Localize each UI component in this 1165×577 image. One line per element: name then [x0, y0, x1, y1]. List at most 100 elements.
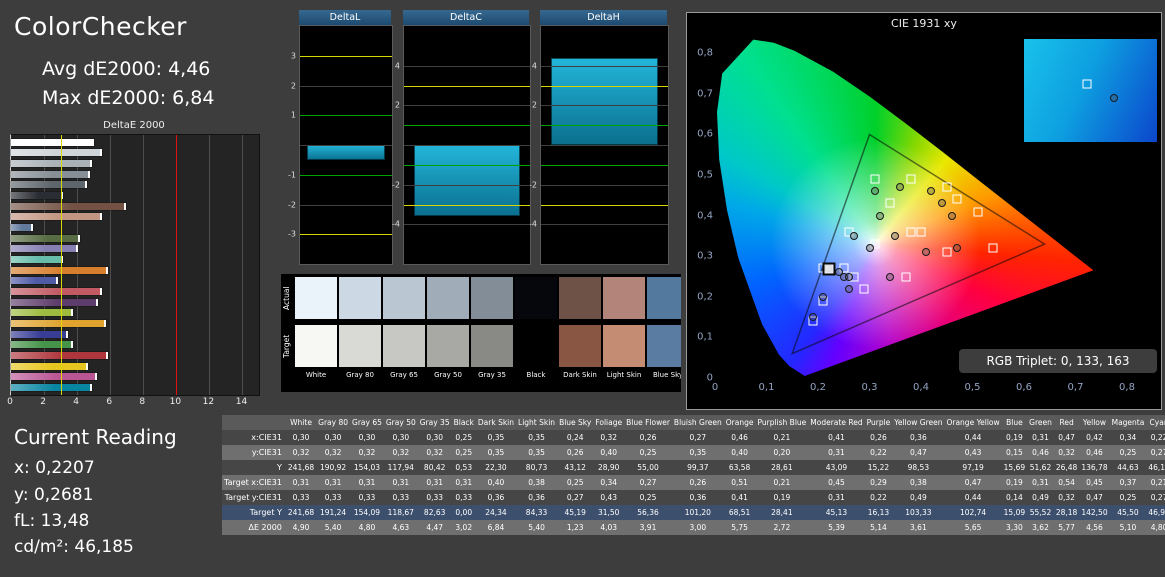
axis-tick: 10 — [169, 397, 182, 407]
actual-row-label: Actual — [282, 286, 291, 310]
target-marker — [870, 174, 880, 184]
table-row[interactable]: Y 241,68 190,92 154,03 117,94 80,42 0,53 22,30 8… — [222, 460, 1165, 475]
column-header: Cyan — [1146, 415, 1165, 430]
gridline — [300, 174, 392, 176]
column-header: Purplish Blue — [755, 415, 809, 430]
table-row[interactable]: x:CIE31 0,30 0,30 0,30 0,30 0,30 0,25 0,35 0,35 0… — [222, 430, 1165, 445]
axis-tick: 0,1 — [758, 382, 775, 393]
deltae-bar — [11, 224, 34, 232]
table-row[interactable]: Target y:CIE31 0,33 0,33 0,33 0,33 0,33 0,33 0,… — [222, 490, 1165, 505]
cie-panel[interactable]: CIE 1931 xy 0,8 0,7 0,6 0,5 0,4 0,3 0,2 0,1 0 0 0… — [686, 12, 1162, 410]
axis-tick: 0,4 — [697, 210, 713, 222]
column-header: White — [285, 415, 317, 430]
measured-marker — [896, 183, 905, 192]
cie-x-axis: 0 0,1 0,2 0,3 0,4 0,5 0,6 0,7 0,8 — [711, 382, 1135, 396]
measured-marker — [870, 187, 879, 196]
patch-label: Blue Sky — [652, 371, 681, 379]
target-marker — [973, 207, 983, 217]
table-row[interactable]: Target Y 241,68 191,24 154,09 118,67 82,63 0,0… — [222, 505, 1165, 520]
gridline — [300, 204, 392, 206]
axis-tick: 2 — [531, 100, 537, 110]
patch-swatch-target — [603, 325, 645, 367]
target-marker — [859, 284, 869, 294]
gridline — [300, 145, 392, 146]
axis-tick: 0,3 — [697, 250, 713, 262]
gridline — [541, 224, 668, 226]
table-row[interactable]: y:CIE31 0,32 0,32 0,32 0,32 0,32 0,25 0,35 0,35 0… — [222, 445, 1165, 460]
column-header: Gray 65 — [350, 415, 384, 430]
deltal-plot[interactable] — [299, 25, 393, 265]
cie-title: CIE 1931 xy — [891, 17, 957, 30]
measured-marker — [808, 313, 817, 322]
axis-tick: 0,1 — [697, 331, 713, 343]
current-reading-x: x: 0,2207 — [14, 458, 95, 478]
patch-swatch-actual — [295, 277, 337, 319]
deltal-chart[interactable]: DeltaL 3 2 1 -1 -2 -3 — [283, 10, 393, 265]
current-reading-y: y: 0,2681 — [14, 485, 94, 505]
column-header: Bluish Green — [671, 415, 724, 430]
table-row[interactable]: Target x:CIE31 0,31 0,31 0,31 0,31 0,31 0,31 0,… — [222, 475, 1165, 490]
deltae-bar — [11, 170, 90, 178]
deltae-bar — [11, 160, 93, 168]
axis-tick: 0,7 — [1067, 382, 1084, 393]
column-header: Gray 80 — [316, 415, 351, 430]
deltac-plot[interactable] — [403, 25, 531, 265]
axis-tick: 0,4 — [913, 382, 929, 393]
axis-tick: 14 — [235, 397, 248, 407]
gridline — [541, 204, 668, 206]
column-header: Yellow Green — [892, 415, 945, 430]
patch-comparison-panel: Actual Target White Gray 80 Gray 65 Gray 50… — [281, 274, 681, 392]
column-header: Moderate Red — [808, 415, 865, 430]
axis-tick: 6 — [106, 397, 113, 407]
measured-marker — [844, 284, 853, 293]
patch-swatch-actual — [427, 277, 469, 319]
deltac-chart[interactable]: DeltaC 4 2 -2 -4 — [387, 10, 531, 265]
column-header: Blue — [1001, 415, 1028, 430]
gamut-triangle — [790, 133, 1047, 355]
axis-tick: 0 — [711, 382, 719, 393]
deltae-plot[interactable] — [10, 134, 260, 396]
avg-de2000-readout: Avg dE2000: 4,46 — [42, 58, 211, 80]
gridline — [300, 85, 392, 87]
patch-swatch-actual — [603, 277, 645, 319]
deltae-bar — [11, 138, 94, 146]
patch-swatch-target — [471, 325, 513, 367]
deltal-ticks: 3 2 1 -1 -2 -3 — [283, 26, 297, 264]
patch-swatch-target — [647, 325, 681, 367]
patch-label: Dark Skin — [563, 371, 597, 379]
axis-tick: -2 — [392, 180, 400, 190]
patch-label: White — [305, 371, 327, 379]
axis-tick: 0,7 — [697, 88, 713, 100]
measured-marker — [834, 268, 843, 277]
deltae-bar — [11, 319, 107, 327]
patch-swatch-actual — [559, 277, 601, 319]
deltae-bar — [11, 373, 98, 381]
deltae-x-axis: 0 2 4 6 8 10 12 14 — [7, 397, 258, 409]
gridline — [541, 65, 668, 67]
axis-tick: 0,8 — [1119, 382, 1135, 393]
deltac-title: DeltaC — [403, 10, 529, 25]
table-row[interactable]: ΔE 2000 4,90 5,40 4,80 4,63 4,47 3,02 6,84 5,40 1… — [222, 520, 1165, 535]
cie-inset-zoom — [1024, 39, 1157, 142]
measured-marker — [819, 292, 828, 301]
measured-marker — [922, 248, 931, 257]
current-reading-title: Current Reading — [14, 425, 177, 449]
gridline — [404, 204, 530, 206]
column-header: Yellow — [1079, 415, 1110, 430]
deltah-chart[interactable]: DeltaH 4 2 -2 -4 — [524, 10, 669, 265]
deltah-plot[interactable] — [540, 25, 669, 265]
column-header: Orange — [723, 415, 756, 430]
axis-tick: -1 — [288, 170, 296, 180]
deltae-bar — [11, 298, 98, 306]
column-header: Blue Flower — [624, 415, 672, 430]
measured-marker — [891, 231, 900, 240]
patch-swatch-target — [339, 325, 381, 367]
deltae-bar — [11, 245, 78, 253]
inset-target-marker — [1082, 79, 1091, 89]
axis-tick: -4 — [529, 219, 537, 229]
results-table[interactable]: White Gray 80 Gray 65 Gray 50 Gray 35 Black Da… — [222, 415, 1165, 535]
threshold-line — [176, 135, 178, 395]
column-header: Red — [1053, 415, 1080, 430]
measured-marker — [850, 231, 859, 240]
gridline — [541, 85, 668, 87]
